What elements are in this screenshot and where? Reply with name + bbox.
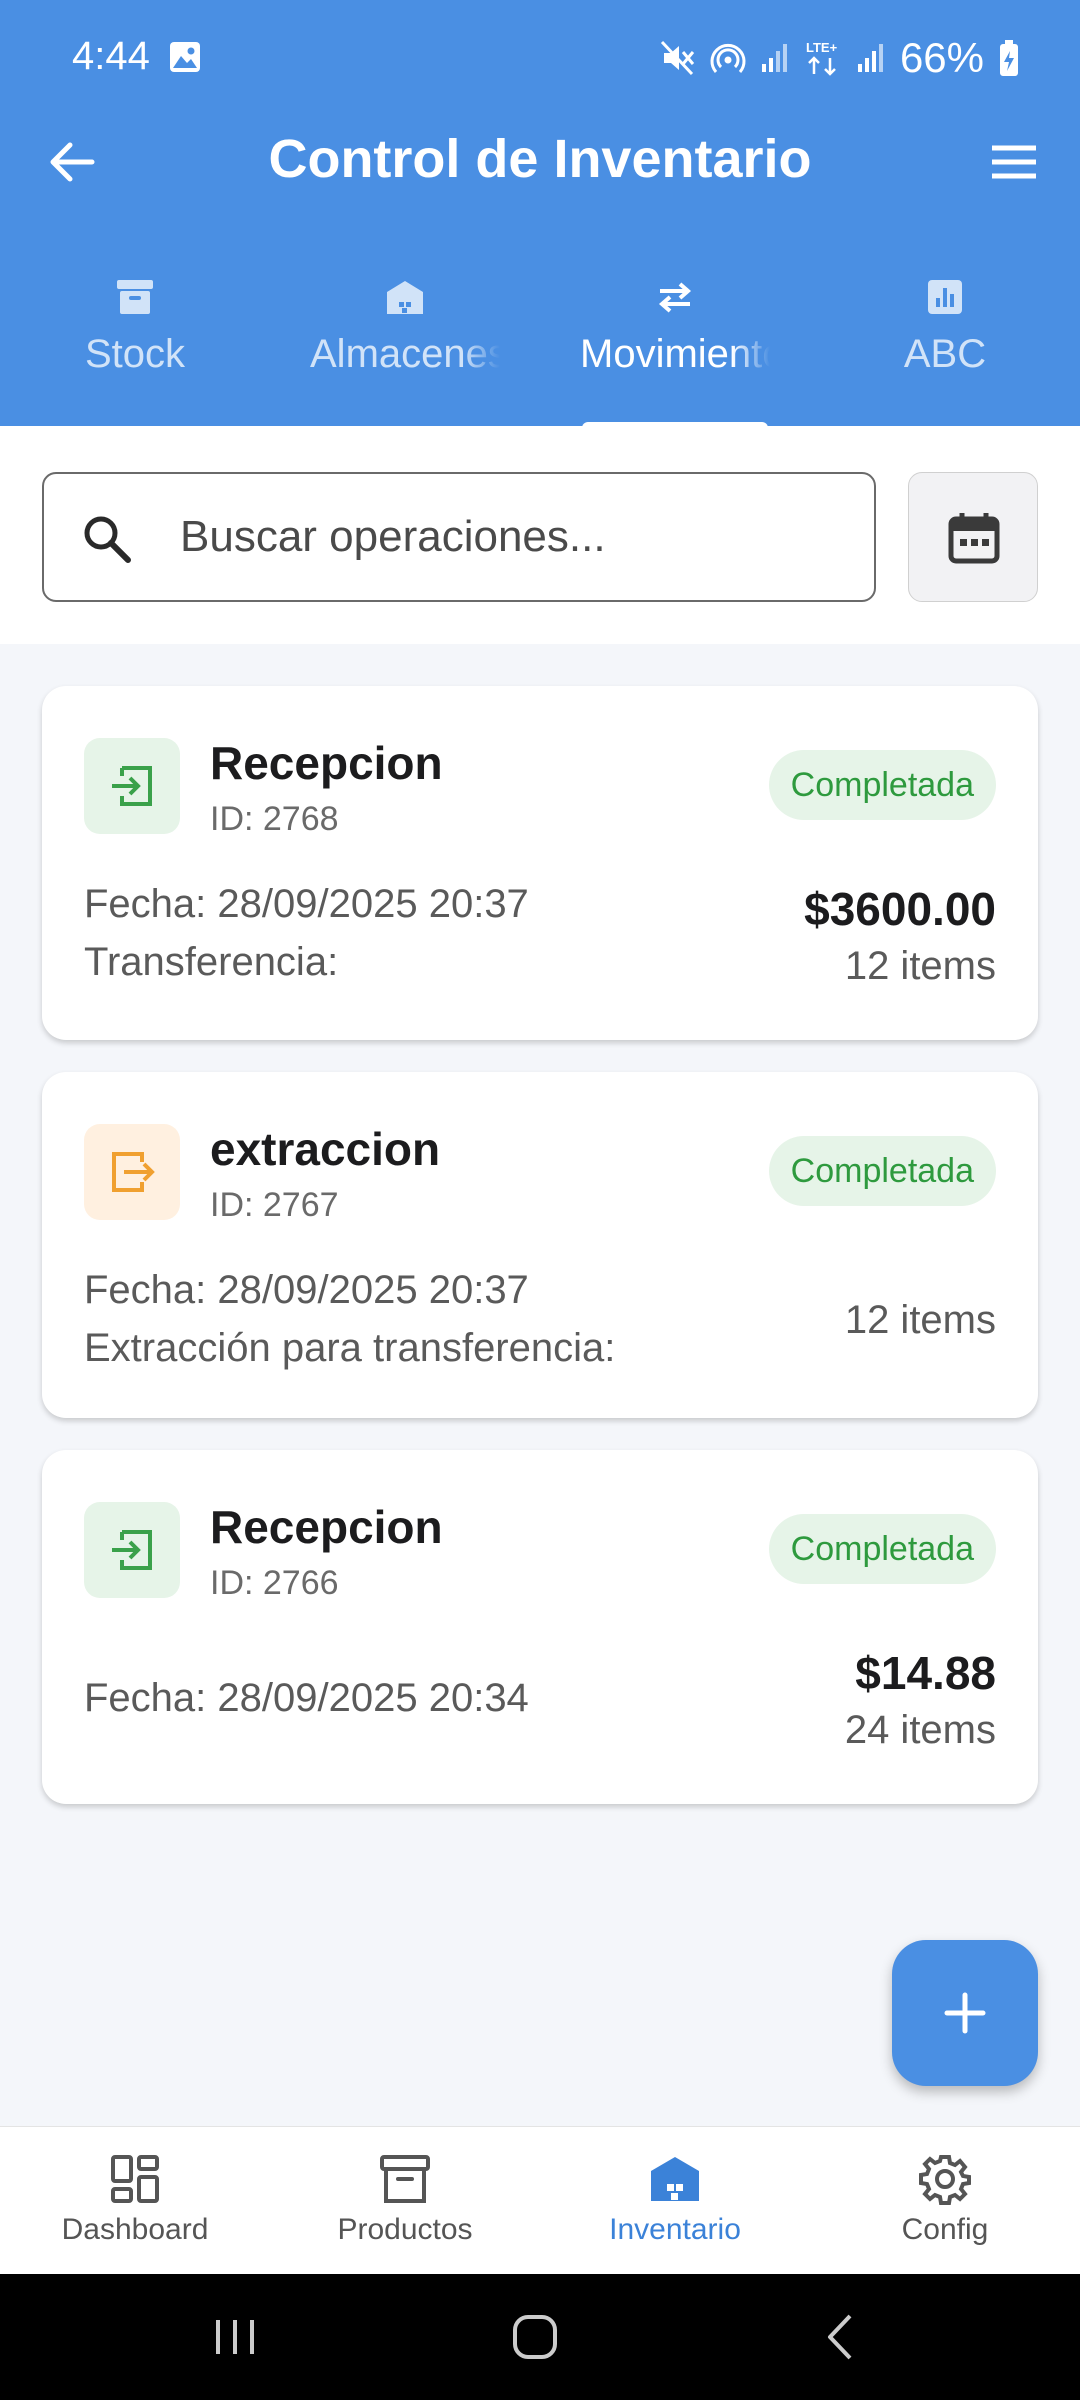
login-icon — [112, 766, 152, 806]
add-operation-button[interactable] — [892, 1940, 1038, 2086]
operation-date: Fecha: 28/09/2025 20:37 — [84, 1268, 529, 1312]
nav-productos[interactable]: Productos — [270, 2127, 540, 2275]
nav-label: Inventario — [609, 2213, 741, 2246]
entry-icon-box — [84, 738, 180, 834]
menu-icon[interactable] — [984, 132, 1044, 192]
battery-charging-icon — [1000, 40, 1018, 76]
nav-inventario[interactable]: Inventario — [540, 2127, 810, 2275]
nav-label: Config — [901, 2213, 989, 2246]
gear-icon — [919, 2155, 971, 2205]
svg-text:LTE+: LTE+ — [806, 40, 838, 55]
entry-icon-box — [84, 1502, 180, 1598]
tab-movimientos[interactable]: Movimientos — [540, 276, 810, 416]
operation-date: Fecha: 28/09/2025 20:37 — [84, 882, 529, 926]
exit-icon-box — [84, 1124, 180, 1220]
tab-label: ABC — [903, 332, 987, 376]
operation-description: Transferencia: — [84, 940, 339, 984]
nav-config[interactable]: Config — [810, 2127, 1080, 2275]
search-box — [42, 472, 876, 602]
back-nav-icon[interactable] — [806, 2304, 876, 2370]
signal-icon — [857, 44, 883, 72]
lte-icon: LTE+ — [806, 40, 838, 76]
nav-dashboard[interactable]: Dashboard — [0, 2127, 270, 2275]
system-nav-bar — [0, 2274, 1080, 2400]
operation-amount: $3600.00 — [804, 883, 996, 935]
operation-items: 12 items — [844, 1298, 996, 1342]
operation-id: ID: 2768 — [210, 800, 339, 838]
operation-id: ID: 2767 — [210, 1186, 339, 1224]
operation-type: extraccion — [210, 1123, 441, 1175]
operation-card[interactable]: Recepcion ID: 2766 Completada Fecha: 28/… — [42, 1450, 1038, 1804]
archive-icon — [117, 280, 153, 314]
tab-label: Almacenes — [310, 332, 500, 376]
dashboard-icon — [111, 2155, 159, 2203]
calendar-icon — [948, 513, 1000, 564]
app-bar: Control de Inventario — [0, 118, 1080, 202]
nav-label: Productos — [337, 2213, 473, 2246]
tab-abc[interactable]: ABC — [810, 276, 1080, 416]
operation-date: Fecha: 28/09/2025 20:34 — [84, 1676, 529, 1720]
bottom-nav: Dashboard Productos Inventario Config — [0, 2126, 1080, 2274]
tab-label: Stock — [84, 332, 186, 376]
operation-items: 12 items — [844, 944, 996, 988]
app-header: 4:44 LTE+ 66% Control de Inventario Stoc… — [0, 0, 1080, 430]
status-icons: LTE+ 66% — [660, 30, 1020, 86]
operation-type: Recepcion — [210, 1501, 443, 1553]
status-bar: 4:44 LTE+ 66% — [0, 0, 1080, 118]
archive-icon — [380, 2155, 430, 2203]
warehouse-icon — [387, 281, 423, 314]
gallery-icon — [170, 42, 200, 72]
recent-apps-icon[interactable] — [200, 2304, 270, 2370]
status-time: 4:44 — [72, 34, 150, 78]
search-input[interactable] — [180, 474, 840, 600]
swap-icon — [658, 282, 692, 313]
operation-type: Recepcion — [210, 737, 443, 789]
tab-stock[interactable]: Stock — [0, 276, 270, 416]
page-title: Control de Inventario — [268, 129, 812, 189]
bar-chart-icon — [928, 280, 962, 314]
status-badge: Completada — [768, 750, 996, 820]
status-badge: Completada — [768, 1514, 996, 1584]
tab-label: Movimientos — [580, 332, 770, 376]
operation-card[interactable]: extraccion ID: 2767 Completada Fecha: 28… — [42, 1072, 1038, 1418]
home-icon[interactable] — [500, 2304, 570, 2370]
hotspot-icon — [710, 43, 746, 73]
status-badge: Completada — [768, 1136, 996, 1206]
tab-almacenes[interactable]: Almacenes — [270, 276, 540, 416]
search-area — [0, 426, 1080, 644]
logout-icon — [112, 1152, 155, 1192]
signal-icon — [761, 44, 787, 72]
mute-icon — [660, 40, 695, 76]
operation-description: Extracción para transferencia: — [84, 1326, 616, 1370]
operation-card[interactable]: Recepcion ID: 2768 Completada Fecha: 28/… — [42, 686, 1038, 1040]
plus-icon — [944, 1992, 986, 2034]
operation-items: 24 items — [844, 1708, 996, 1752]
nav-label: Dashboard — [61, 2213, 209, 2246]
operation-id: ID: 2766 — [210, 1564, 339, 1602]
warehouse-icon — [651, 2157, 699, 2201]
operation-amount: $14.88 — [855, 1647, 996, 1699]
date-filter-button[interactable] — [908, 472, 1038, 602]
search-icon — [84, 516, 131, 563]
login-icon — [112, 1530, 152, 1570]
tab-bar: Stock Almacenes Movimientos — [0, 268, 1080, 426]
battery-percent: 66% — [899, 34, 984, 81]
